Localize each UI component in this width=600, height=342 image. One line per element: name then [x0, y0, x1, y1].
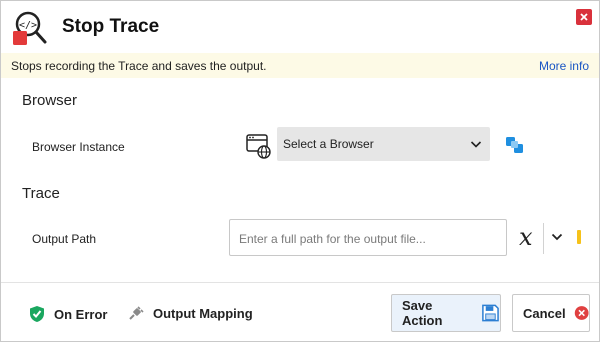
output-path-label: Output Path: [32, 232, 97, 246]
close-icon: [580, 13, 588, 21]
link-browser-icon[interactable]: [505, 135, 525, 155]
variable-marker: [577, 230, 581, 244]
output-mapping-label: Output Mapping: [153, 305, 253, 321]
plug-icon: [129, 306, 144, 320]
title-bar: </> Stop Trace: [1, 1, 599, 53]
section-browser-heading: Browser: [22, 92, 78, 109]
footer-divider: [1, 282, 599, 283]
more-info-link[interactable]: More info: [539, 59, 589, 73]
input-divider: [543, 223, 544, 254]
output-path-input[interactable]: Enter a full path for the output file...: [229, 219, 507, 256]
browser-select-value: Select a Browser: [283, 137, 374, 151]
shield-check-icon: [30, 306, 44, 322]
dialog-title: Stop Trace: [62, 16, 160, 37]
on-error-label: On Error: [54, 306, 108, 322]
action-description: Stops recording the Trace and saves the …: [11, 59, 267, 73]
info-bar: Stops recording the Trace and saves the …: [1, 53, 599, 78]
floppy-disk-icon: [482, 304, 499, 322]
output-mapping-button[interactable]: Output Mapping: [128, 305, 253, 321]
output-path-placeholder: Enter a full path for the output file...: [239, 232, 426, 246]
stop-trace-dialog: </> Stop Trace Stops recording the Trace…: [0, 0, 600, 342]
section-trace-heading: Trace: [22, 185, 60, 202]
save-action-button[interactable]: Save Action: [391, 294, 501, 332]
svg-text:</>: </>: [19, 20, 37, 31]
cancel-button[interactable]: Cancel: [512, 294, 590, 332]
on-error-button[interactable]: On Error: [29, 305, 107, 323]
browser-window-icon: [246, 134, 271, 159]
save-action-label: Save Action: [402, 298, 443, 328]
variable-x-icon[interactable]: x: [519, 223, 533, 251]
browser-select[interactable]: Select a Browser: [277, 127, 490, 161]
chevron-down-icon: [470, 141, 482, 148]
chevron-down-icon[interactable]: [551, 232, 563, 242]
trace-search-icon: </>: [13, 11, 47, 45]
cancel-x-icon: [574, 306, 589, 320]
browser-instance-label: Browser Instance: [32, 140, 125, 154]
close-button[interactable]: [576, 9, 592, 25]
cancel-label: Cancel: [523, 305, 566, 321]
